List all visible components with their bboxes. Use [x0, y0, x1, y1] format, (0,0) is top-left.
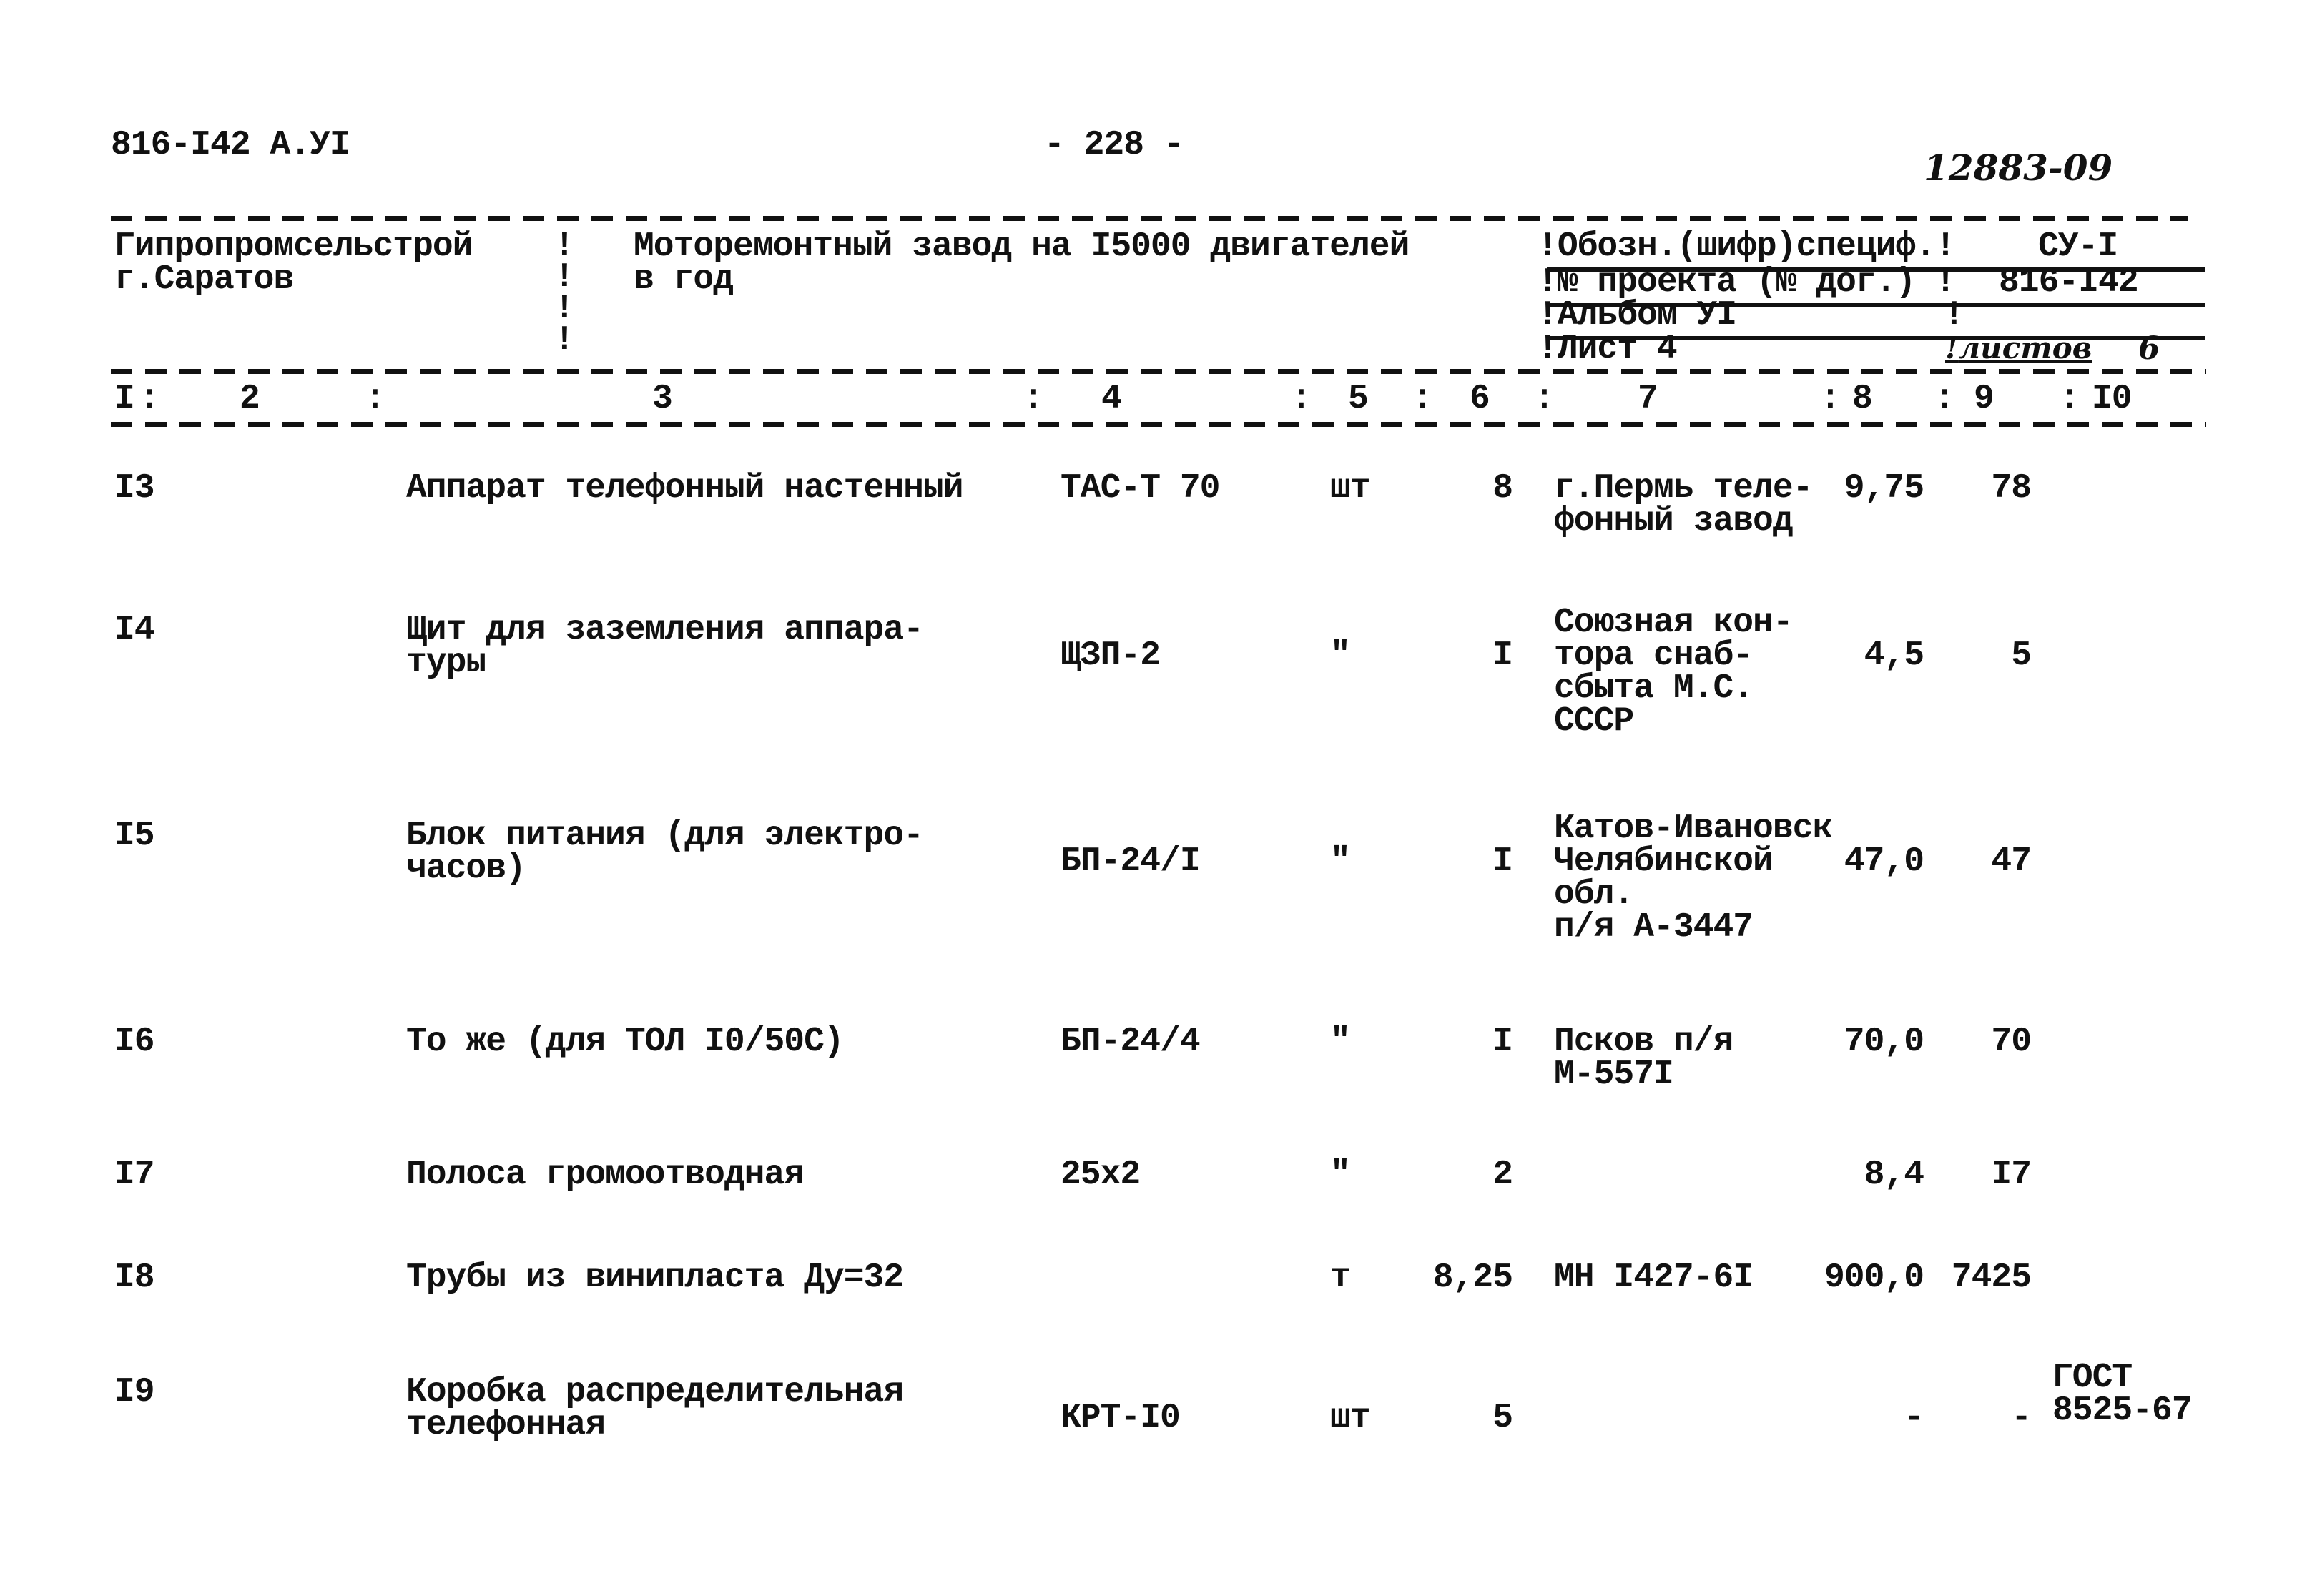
item-quantity: I — [1492, 842, 1513, 881]
item-total: 70 — [1991, 1023, 2032, 1061]
item-quantity: 8,25 — [1432, 1258, 1513, 1297]
item-supplier: МН I427-6I — [1554, 1258, 1754, 1297]
item-quantity: 5 — [1492, 1399, 1513, 1437]
item-unit: " — [1330, 1156, 1351, 1194]
item-name: То же (для ТОЛ I0/50С) — [406, 1023, 845, 1061]
item-unit-price: 4,5 — [1864, 636, 1924, 675]
divider-header — [111, 369, 2206, 374]
column-number: I — [114, 380, 135, 418]
item-name: Полоса громоотводная — [406, 1156, 805, 1194]
item-total: - — [2011, 1399, 2032, 1437]
item-name: Щит для заземления аппара- туры — [406, 611, 924, 682]
item-unit: " — [1330, 636, 1351, 675]
item-name: Блок питания (для электро- часов) — [406, 817, 924, 888]
item-supplier: Псков п/я М-557I — [1554, 1023, 1733, 1094]
row-number: I7 — [114, 1156, 155, 1194]
item-note: ГОСТ 8525-67 — [2052, 1359, 2193, 1430]
row-number: I4 — [114, 611, 155, 649]
spec-value: СУ-I — [2038, 227, 2118, 266]
item-unit-price: - — [1904, 1399, 1924, 1437]
separator: : — [365, 380, 385, 418]
separator: : — [1023, 380, 1043, 418]
row-number: I6 — [114, 1023, 155, 1061]
item-unit: " — [1330, 1023, 1351, 1061]
column-number: 5 — [1348, 380, 1369, 418]
column-number: 8 — [1852, 380, 1873, 418]
document-code: 816-I42 А.УI — [111, 126, 350, 164]
album-label-row: !Альбом УI — [1538, 296, 1737, 335]
sheet-label: Лист 4 — [1557, 330, 1678, 368]
item-unit: шт — [1330, 469, 1371, 508]
row-number: I3 — [114, 469, 155, 508]
row-number: I9 — [114, 1373, 155, 1412]
item-unit-price: 47,0 — [1844, 842, 1924, 881]
item-name: Коробка распределительная телефонная — [406, 1373, 904, 1444]
item-unit: " — [1330, 842, 1351, 881]
project-title: Моторемонтный завод на I5000 двигателей … — [634, 227, 1410, 299]
organization: Гипропромсельстрой г.Саратов — [114, 227, 473, 299]
column-number: 4 — [1101, 380, 1122, 418]
separator: ! — [1944, 296, 1964, 335]
separator: : — [1820, 380, 1841, 418]
item-type: ТАС-Т 70 — [1061, 469, 1220, 508]
separator: : — [1412, 380, 1433, 418]
item-unit-price: 9,75 — [1844, 469, 1924, 508]
project-no-label-row: !№ проекта (№ дог.) ! — [1538, 263, 1956, 302]
separator: : — [1291, 380, 1312, 418]
sheet-label-row: !Лист 4 — [1538, 330, 1678, 368]
item-unit-price: 8,4 — [1864, 1156, 1924, 1194]
column-number: 6 — [1470, 380, 1490, 418]
divider-top — [111, 216, 2188, 221]
item-type: БП-24/4 — [1061, 1023, 1201, 1061]
column-number: 7 — [1638, 380, 1658, 418]
item-total: 5 — [2011, 636, 2032, 675]
item-quantity: 2 — [1492, 1156, 1513, 1194]
spec-label-row: !Обозн.(шифр)специф.! — [1538, 227, 1956, 266]
item-supplier: Союзная кон- тора снаб- сбыта М.С. СССР — [1554, 604, 1794, 741]
item-type: ЩЗП-2 — [1061, 636, 1161, 675]
item-unit-price: 70,0 — [1844, 1023, 1924, 1061]
item-name: Трубы из винипласта Ду=32 — [406, 1258, 904, 1297]
handwritten-inventory-number: 12883-09 — [1924, 147, 2113, 189]
item-total: 47 — [1991, 842, 2032, 881]
row-number: I5 — [114, 817, 155, 855]
item-total: I7 — [1991, 1156, 2032, 1194]
separator: : — [1934, 380, 1955, 418]
item-supplier: г.Пермь теле- фонный завод — [1554, 469, 1813, 541]
separator: !!!! — [554, 227, 575, 360]
column-number: I0 — [2092, 380, 2133, 418]
item-quantity: 8 — [1492, 469, 1513, 508]
item-type: БП-24/I — [1061, 842, 1201, 881]
page-number: - 228 - — [1044, 126, 1184, 164]
item-unit: т — [1330, 1258, 1351, 1297]
item-unit-price: 900,0 — [1824, 1258, 1924, 1297]
item-name: Аппарат телефонный настенный — [406, 469, 964, 508]
column-number: 9 — [1974, 380, 1994, 418]
separator: : — [1534, 380, 1555, 418]
column-number: 3 — [652, 380, 673, 418]
item-supplier: Катов-Ивановск Челябинской обл. п/я А-34… — [1554, 809, 1833, 947]
sheets-value: 6 — [2138, 330, 2160, 367]
separator: : — [2060, 380, 2080, 418]
divider-columns — [111, 422, 2206, 427]
item-total: 78 — [1991, 469, 2032, 508]
item-quantity: I — [1492, 1023, 1513, 1061]
item-quantity: I — [1492, 636, 1513, 675]
item-type: КРТ-I0 — [1061, 1399, 1181, 1437]
item-type: 25х2 — [1061, 1156, 1141, 1194]
spec-label: Обозн.(шифр)специф. — [1557, 227, 1936, 266]
album-label: Альбом УI — [1557, 296, 1737, 335]
column-number: 2 — [240, 380, 260, 418]
item-unit: шт — [1330, 1399, 1371, 1437]
item-total: 7425 — [1951, 1258, 2032, 1297]
row-number: I8 — [114, 1258, 155, 1297]
sheets-label: !листов — [1945, 330, 2092, 365]
separator: : — [139, 380, 160, 418]
project-no-value: 816-I42 — [1999, 263, 2139, 302]
